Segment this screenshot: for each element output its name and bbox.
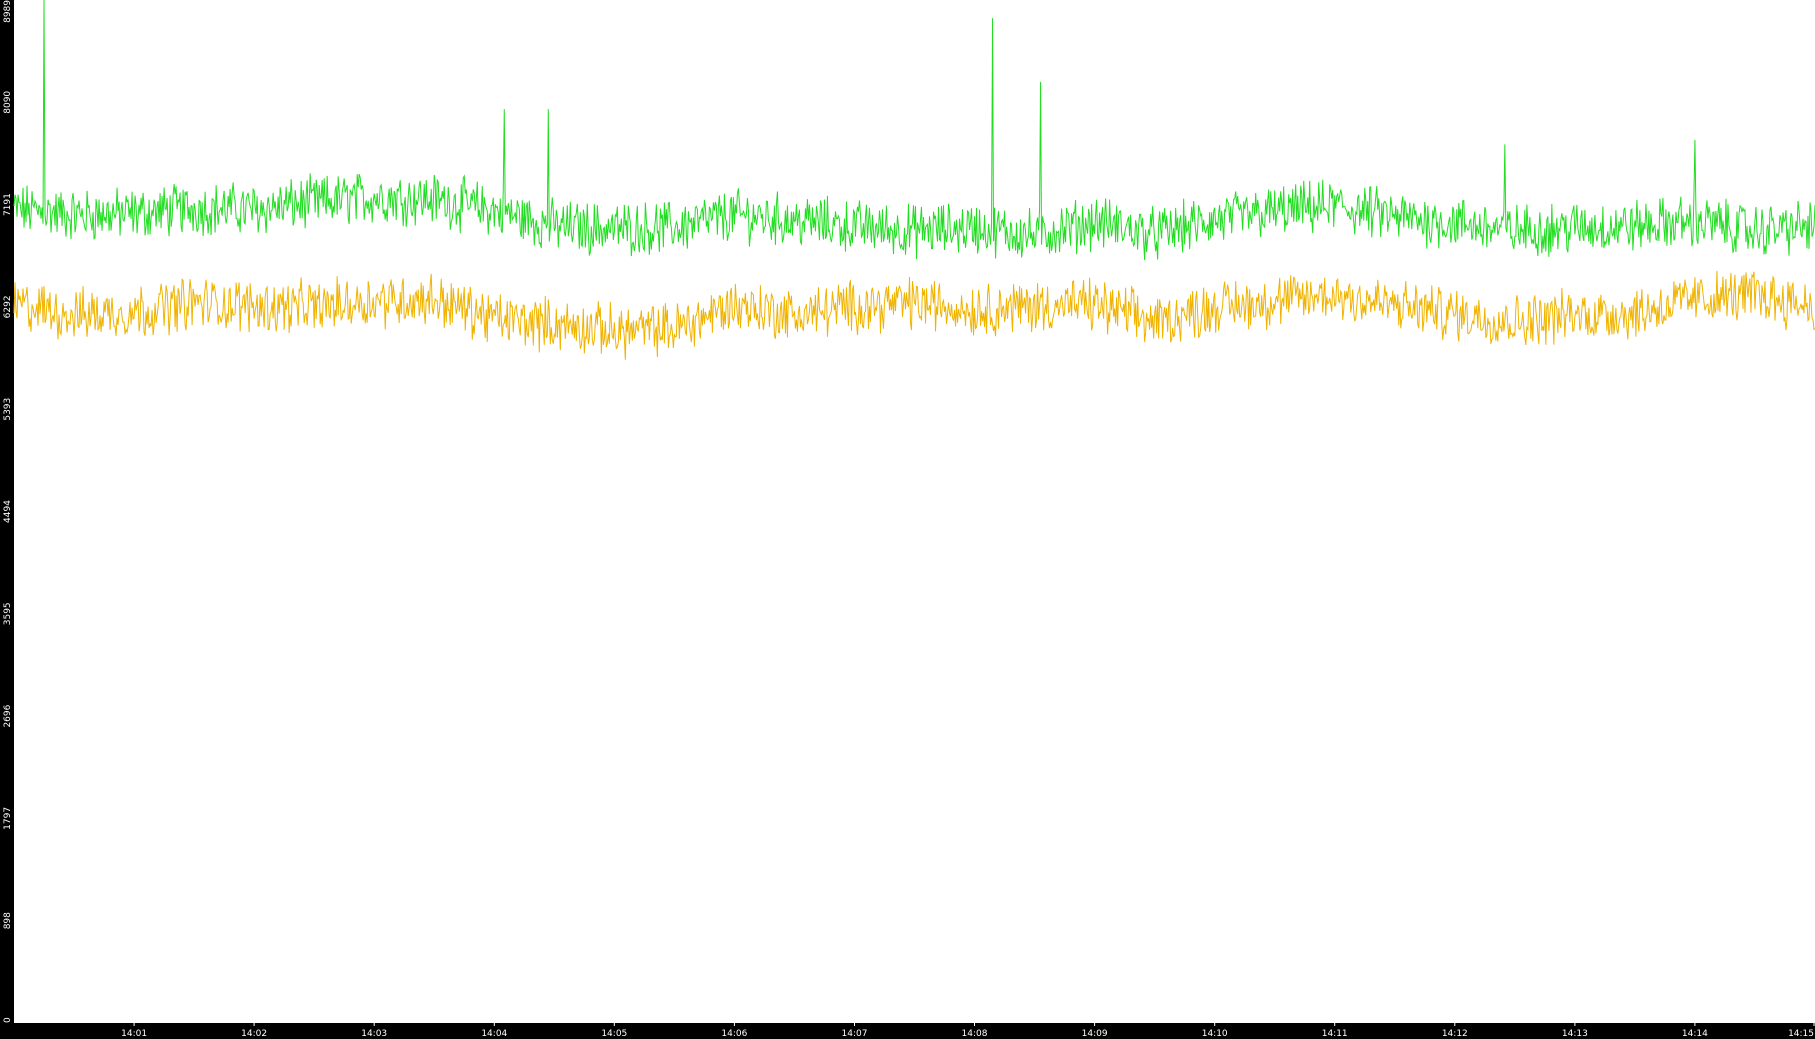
- time-series-chart: 0 898 1797 2696 3595 4494 5393 6292 7191 8090 8989…: [0, 0, 1815, 1039]
- x-tick-label: 14:04: [481, 1029, 507, 1039]
- x-tick-label: 14:03: [361, 1029, 387, 1039]
- x-tick-label: 14:12: [1442, 1029, 1468, 1039]
- x-tick-label: 14:11: [1322, 1029, 1348, 1039]
- y-tick-label: 0: [3, 1017, 13, 1023]
- x-tick-label: 14:15: [1788, 1029, 1814, 1039]
- y-tick-label: 6292: [3, 295, 13, 318]
- y-tick-label: 1797: [3, 807, 13, 830]
- y-tick-label: 5393: [3, 398, 13, 421]
- x-tick-label: 14:09: [1082, 1029, 1108, 1039]
- x-tick-label: 14:07: [842, 1029, 868, 1039]
- y-tick-label: 898: [3, 912, 13, 929]
- x-tick-label: 14:14: [1682, 1029, 1708, 1039]
- y-tick-label: 4494: [3, 500, 13, 523]
- x-tick-label: 14:01: [121, 1029, 147, 1039]
- y-tick-label: 3595: [3, 602, 13, 625]
- y-tick-label: 2696: [3, 704, 13, 727]
- y-tick-label: 7191: [3, 193, 13, 216]
- x-tick-label: 14:02: [241, 1029, 267, 1039]
- y-tick-label: 8090: [3, 91, 13, 114]
- x-tick-label: 14:05: [601, 1029, 627, 1039]
- x-tick-label: 14:13: [1562, 1029, 1588, 1039]
- x-tick-label: 14:10: [1202, 1029, 1228, 1039]
- y-tick-label: 8989: [3, 0, 13, 23]
- plot-area: [14, 0, 1815, 1023]
- x-tick-label: 14:08: [962, 1029, 988, 1039]
- x-tick-label: 14:06: [721, 1029, 747, 1039]
